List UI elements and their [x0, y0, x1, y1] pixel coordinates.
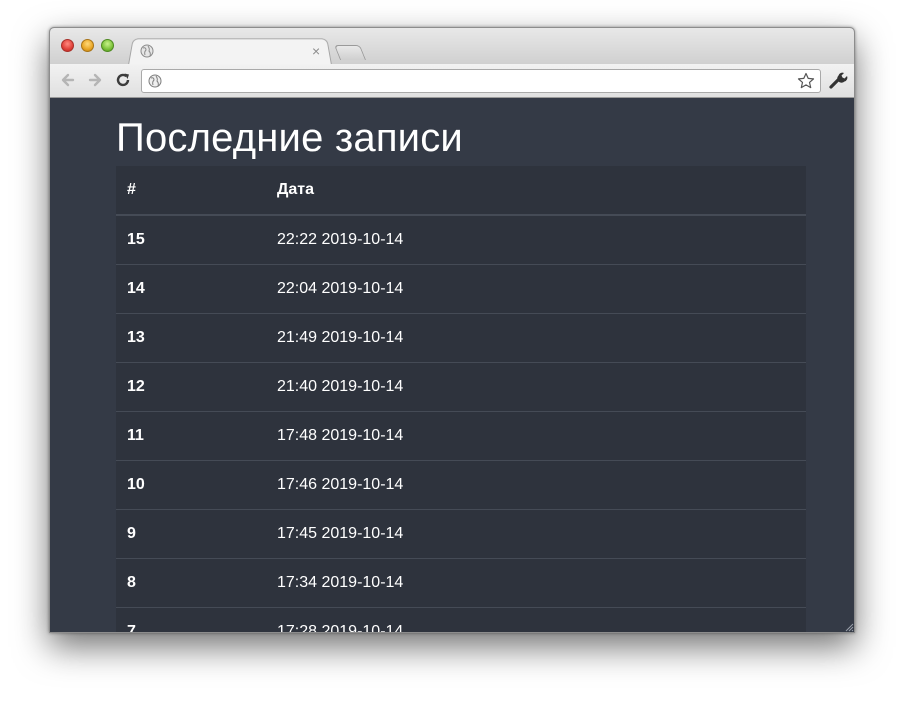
- table-row: 9 17:45 2019-10-14: [116, 508, 806, 558]
- row-date: 22:04 2019-10-14: [266, 263, 806, 313]
- reload-icon: [116, 73, 130, 87]
- globe-icon: [140, 44, 154, 58]
- browser-toolbar: [50, 64, 854, 98]
- row-number: 10: [116, 459, 266, 509]
- table-row: 14 22:04 2019-10-14: [116, 263, 806, 313]
- row-number: 11: [116, 410, 266, 460]
- address-bar[interactable]: [141, 69, 821, 93]
- row-number: 12: [116, 361, 266, 411]
- table-row: 12 21:40 2019-10-14: [116, 361, 806, 411]
- page-title: Последние записи: [116, 116, 463, 160]
- row-date: 17:46 2019-10-14: [266, 459, 806, 509]
- page-viewport: Последние записи # Дата 15 22:22 2019-10…: [50, 99, 854, 632]
- table-row: 11 17:48 2019-10-14: [116, 410, 806, 460]
- column-header-number: #: [116, 166, 266, 216]
- globe-icon: [148, 74, 162, 88]
- wrench-icon[interactable]: [828, 70, 848, 90]
- row-number: 8: [116, 557, 266, 607]
- records-table: # Дата 15 22:22 2019-10-14 14 22:04 2019…: [116, 166, 806, 632]
- row-number: 13: [116, 312, 266, 362]
- table-row: 8 17:34 2019-10-14: [116, 557, 806, 607]
- row-number: 14: [116, 263, 266, 313]
- reload-button[interactable]: [113, 70, 133, 90]
- forward-arrow-icon: [88, 73, 102, 87]
- title-bar: ×: [50, 28, 854, 65]
- row-date: 17:48 2019-10-14: [266, 410, 806, 460]
- row-date: 17:45 2019-10-14: [266, 508, 806, 558]
- row-date: 21:40 2019-10-14: [266, 361, 806, 411]
- row-number: 7: [116, 606, 266, 632]
- new-tab-button[interactable]: [333, 45, 367, 60]
- tab-content: ×: [134, 42, 330, 64]
- star-icon[interactable]: [797, 72, 815, 90]
- back-button[interactable]: [58, 70, 78, 90]
- table-header-row: # Дата: [116, 166, 806, 216]
- back-arrow-icon: [61, 73, 75, 87]
- maximize-window-icon[interactable]: [101, 39, 114, 52]
- minimize-window-icon[interactable]: [81, 39, 94, 52]
- table-row: 15 22:22 2019-10-14: [116, 214, 806, 264]
- url-input[interactable]: [168, 72, 788, 90]
- forward-button[interactable]: [85, 70, 105, 90]
- browser-window: × Последние записи # Дата 15 22:22 2019-…: [49, 27, 855, 633]
- row-number: 9: [116, 508, 266, 558]
- row-date: 17:28 2019-10-14: [266, 606, 806, 632]
- table-row: 13 21:49 2019-10-14: [116, 312, 806, 362]
- close-window-icon[interactable]: [61, 39, 74, 52]
- tab-close-icon[interactable]: ×: [312, 42, 320, 60]
- row-date: 22:22 2019-10-14: [266, 214, 806, 264]
- table-row: 7 17:28 2019-10-14: [116, 606, 806, 632]
- row-date: 17:34 2019-10-14: [266, 557, 806, 607]
- column-header-date: Дата: [266, 166, 806, 216]
- row-date: 21:49 2019-10-14: [266, 312, 806, 362]
- row-number: 15: [116, 214, 266, 264]
- table-row: 10 17:46 2019-10-14: [116, 459, 806, 509]
- resize-grip-icon[interactable]: [844, 622, 854, 632]
